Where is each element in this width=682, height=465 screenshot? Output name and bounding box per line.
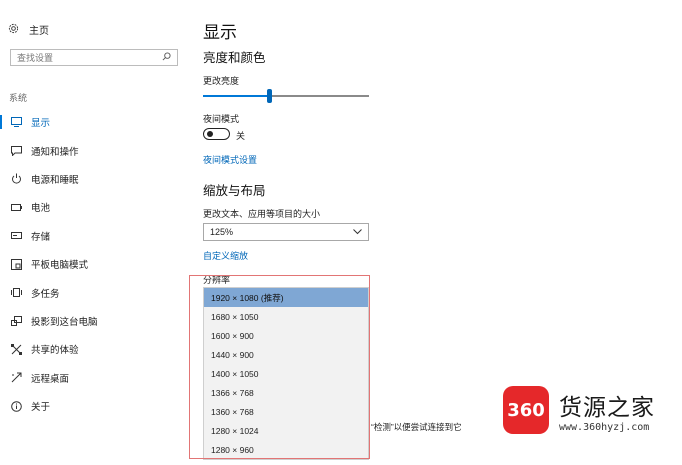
sidebar-item-label: 多任务 <box>31 288 60 300</box>
sidebar-item-label: 远程桌面 <box>31 373 70 385</box>
shared-icon <box>10 343 22 355</box>
watermark-badge: 360 <box>503 386 549 434</box>
scale-heading: 缩放与布局 <box>203 184 266 198</box>
chevron-down-icon <box>353 227 362 237</box>
home-link[interactable]: 主页 <box>8 22 49 37</box>
resolution-option[interactable]: 1280 × 960 <box>204 440 368 459</box>
section-label: 系统 <box>9 93 28 103</box>
sidebar-nav: 显示 通知和操作 电源和睡眠 电池 存储 平板电脑模式 多任务 投影到这台电脑 <box>0 108 190 420</box>
resolution-option[interactable]: 1680 × 1050 <box>204 307 368 326</box>
sidebar-item-remote-desktop[interactable]: 远程桌面 <box>0 364 190 392</box>
resolution-option[interactable]: 1920 × 1080 (推荐) <box>204 288 368 307</box>
sidebar-item-label: 电源和睡眠 <box>31 174 79 186</box>
custom-scale-link[interactable]: 自定义缩放 <box>203 249 248 262</box>
resolution-dropdown-list[interactable]: 1920 × 1080 (推荐) 1680 × 1050 1600 × 900 144… <box>203 287 369 460</box>
info-icon <box>10 400 22 412</box>
detect-hint-text: “检测”以便尝试连接到它 <box>371 422 462 432</box>
sidebar-item-label: 投影到这台电脑 <box>31 316 98 328</box>
sidebar-item-storage[interactable]: 存储 <box>0 222 190 250</box>
resolution-option[interactable]: 1400 × 1050 <box>204 364 368 383</box>
night-mode-state: 关 <box>236 131 246 141</box>
sidebar-item-battery[interactable]: 电池 <box>0 193 190 221</box>
sidebar-item-label: 共享的体验 <box>31 345 79 357</box>
sidebar-item-label: 电池 <box>31 203 51 215</box>
brightness-label: 更改亮度 <box>203 76 240 86</box>
brightness-heading: 亮度和颜色 <box>203 51 266 65</box>
sidebar-item-label: 平板电脑模式 <box>31 260 89 272</box>
resolution-option[interactable]: 1600 × 900 <box>204 326 368 345</box>
sidebar-item-label: 显示 <box>31 118 51 130</box>
resolution-option[interactable]: 1440 × 900 <box>204 345 368 364</box>
sidebar-item-multitasking[interactable]: 多任务 <box>0 278 190 306</box>
resolution-option[interactable]: 1360 × 768 <box>204 402 368 421</box>
search-placeholder: 查找设置 <box>17 53 54 63</box>
brightness-slider-fill <box>203 95 270 97</box>
storage-icon <box>10 230 22 242</box>
brightness-slider-thumb[interactable] <box>267 89 273 103</box>
sidebar-item-label: 通知和操作 <box>31 146 79 158</box>
monitor-icon <box>10 116 22 128</box>
home-label: 主页 <box>29 26 49 37</box>
sidebar-item-notifications[interactable]: 通知和操作 <box>0 136 190 164</box>
watermark-logo: 360 货源之家 www.360hyzj.com <box>503 386 677 438</box>
battery-icon <box>10 201 22 213</box>
scale-select[interactable]: 125% <box>203 223 369 241</box>
sidebar-item-label: 存储 <box>31 231 51 243</box>
search-input[interactable]: 查找设置 <box>10 49 178 66</box>
sidebar-item-tablet-mode[interactable]: 平板电脑模式 <box>0 250 190 278</box>
night-mode-label: 夜间模式 <box>203 114 240 124</box>
night-mode-toggle[interactable] <box>203 128 230 140</box>
scale-value: 125% <box>210 227 234 237</box>
gear-icon <box>8 23 29 37</box>
toggle-knob <box>207 131 213 137</box>
sidebar-item-label: 关于 <box>31 402 51 414</box>
resolution-option[interactable]: 1366 × 768 <box>204 383 368 402</box>
search-icon <box>162 52 171 63</box>
night-mode-settings-link[interactable]: 夜间模式设置 <box>203 153 257 166</box>
multitask-icon <box>10 287 22 299</box>
sidebar-item-about[interactable]: 关于 <box>0 392 190 420</box>
sidebar-item-shared-experiences[interactable]: 共享的体验 <box>0 335 190 363</box>
resolution-label: 分辨率 <box>203 275 231 285</box>
watermark-url: www.360hyzj.com <box>559 422 650 433</box>
watermark-name: 货源之家 <box>559 394 655 420</box>
page-title: 显示 <box>203 23 237 42</box>
sidebar: 主页 查找设置 系统 显示 通知和操作 电源和睡眠 电池 存储 平板电脑模式 多… <box>0 0 190 465</box>
resolution-option[interactable]: 1280 × 1024 <box>204 421 368 440</box>
power-icon <box>10 173 22 185</box>
brightness-slider[interactable] <box>203 89 369 103</box>
sidebar-item-power[interactable]: 电源和睡眠 <box>0 165 190 193</box>
sidebar-item-project[interactable]: 投影到这台电脑 <box>0 307 190 335</box>
tablet-icon <box>10 258 22 270</box>
notification-icon <box>10 145 22 157</box>
scale-label: 更改文本、应用等项目的大小 <box>203 209 321 219</box>
sidebar-item-display[interactable]: 显示 <box>0 108 190 136</box>
project-icon <box>10 315 22 327</box>
remote-icon <box>10 372 22 384</box>
